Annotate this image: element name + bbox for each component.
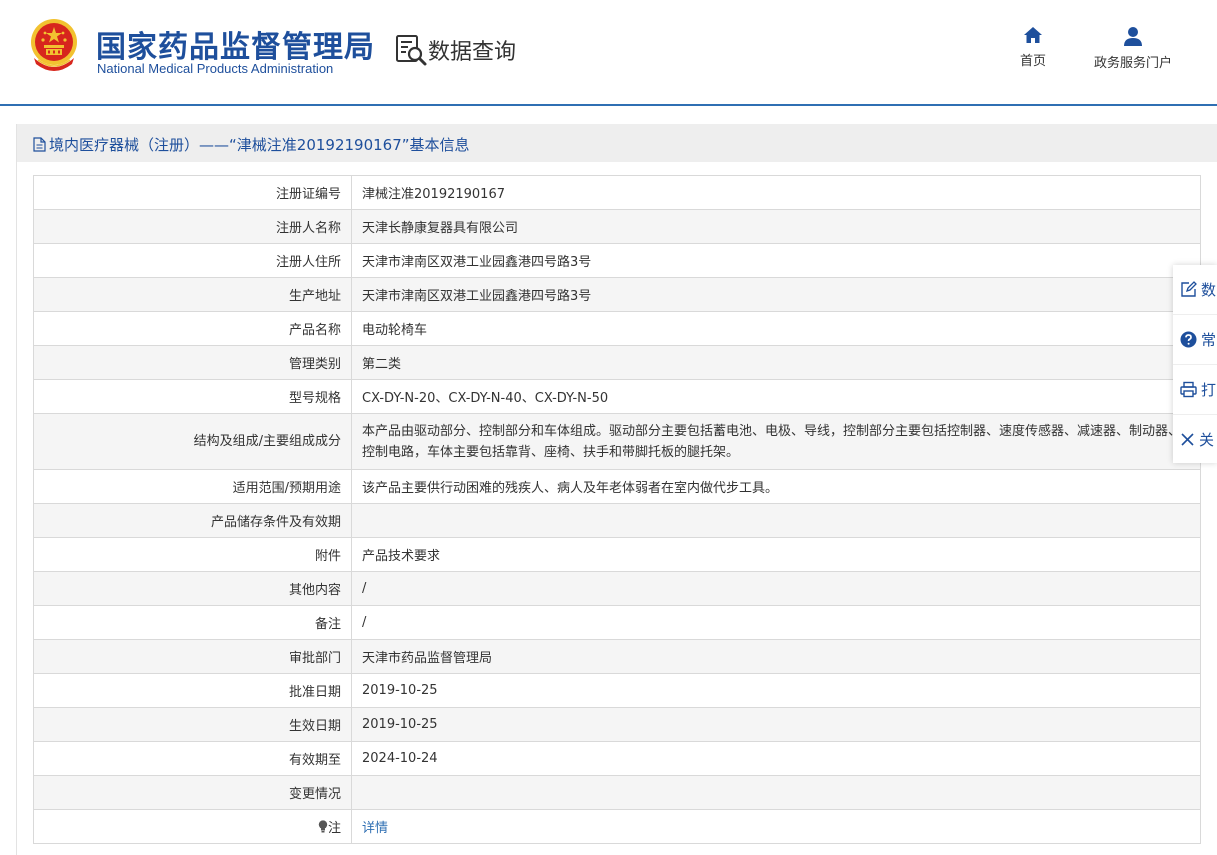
nav-portal-label: 政务服务门户 xyxy=(1093,56,1172,71)
row-label: 备注 xyxy=(33,605,352,640)
national-emblem-icon xyxy=(31,19,77,71)
panel-title: 境内医疗器械（注册）——“津械注准20192190167”基本信息 xyxy=(33,134,470,155)
table-row: 生效日期 2019-10-25 xyxy=(33,707,1201,742)
row-value: 该产品主要供行动困难的残疾人、病人及年老体弱者在室内做代步工具。 xyxy=(351,469,1201,504)
row-value: 天津市津南区双港工业园鑫港四号路3号 xyxy=(351,243,1201,278)
printer-icon xyxy=(1180,381,1197,398)
nav-home-link[interactable]: 首页 xyxy=(1015,26,1051,69)
side-button-faq[interactable]: 常 xyxy=(1173,315,1217,365)
row-label: 附件 xyxy=(33,537,352,572)
row-value: 天津长静康复器具有限公司 xyxy=(351,209,1201,244)
row-label: 适用范围/预期用途 xyxy=(33,469,352,504)
note-label-text: 注 xyxy=(327,820,341,836)
row-value: / xyxy=(351,571,1201,606)
row-value: 2024-10-24 xyxy=(351,741,1201,776)
table-row: 生产地址 天津市津南区双港工业园鑫港四号路3号 xyxy=(33,277,1201,312)
table-row: 其他内容 / xyxy=(33,571,1201,606)
table-row: 注册人住所 天津市津南区双港工业园鑫港四号路3号 xyxy=(33,243,1201,278)
details-link[interactable]: 详情 xyxy=(362,821,388,836)
row-value: 天津市药品监督管理局 xyxy=(351,639,1201,674)
side-button-label: 打 xyxy=(1201,381,1217,399)
row-value: 第二类 xyxy=(351,345,1201,380)
row-label-note: 注 xyxy=(33,809,352,844)
row-value xyxy=(351,503,1201,538)
table-row: 产品储存条件及有效期 xyxy=(33,503,1201,538)
table-row: 管理类别 第二类 xyxy=(33,345,1201,380)
row-value: 本产品由驱动部分、控制部分和车体组成。驱动部分主要包括蓄电池、电极、导线，控制部… xyxy=(351,413,1201,470)
table-row: 注册证编号 津械注准20192190167 xyxy=(33,175,1201,210)
info-table: 注册证编号 津械注准20192190167 注册人名称 天津长静康复器具有限公司… xyxy=(33,175,1201,844)
row-value: 津械注准20192190167 xyxy=(351,175,1201,210)
row-label: 审批部门 xyxy=(33,639,352,674)
side-button-label: 数 xyxy=(1201,281,1217,299)
row-value: / xyxy=(351,605,1201,640)
row-label: 其他内容 xyxy=(33,571,352,606)
row-value xyxy=(351,775,1201,810)
user-icon xyxy=(1124,27,1142,46)
row-value: CX-DY-N-20、CX-DY-N-40、CX-DY-N-50 xyxy=(351,379,1201,414)
panel-header: 境内医疗器械（注册）——“津械注准20192190167”基本信息 xyxy=(17,124,1217,162)
row-label: 批准日期 xyxy=(33,673,352,708)
row-label: 注册证编号 xyxy=(33,175,352,210)
row-label: 产品名称 xyxy=(33,311,352,346)
table-row: 变更情况 xyxy=(33,775,1201,810)
row-label: 生效日期 xyxy=(33,707,352,742)
table-row: 产品名称 电动轮椅车 xyxy=(33,311,1201,346)
table-row: 注册人名称 天津长静康复器具有限公司 xyxy=(33,209,1201,244)
row-value: 天津市津南区双港工业园鑫港四号路3号 xyxy=(351,277,1201,312)
row-value: 电动轮椅车 xyxy=(351,311,1201,346)
row-label: 结构及组成/主要组成成分 xyxy=(33,413,352,470)
row-label: 型号规格 xyxy=(33,379,352,414)
table-row: 适用范围/预期用途 该产品主要供行动困难的残疾人、病人及年老体弱者在室内做代步工… xyxy=(33,469,1201,504)
row-value-note: 详情 xyxy=(351,809,1201,844)
brand-title-cn: 国家药品监督管理局 xyxy=(96,30,375,65)
header-divider xyxy=(0,104,1217,106)
brand-title-en: National Medical Products Administration xyxy=(97,61,334,76)
close-icon xyxy=(1181,433,1194,446)
search-doc-icon xyxy=(396,35,427,66)
side-toolbar: 数 常 打 关 xyxy=(1173,265,1217,463)
edit-icon xyxy=(1181,281,1197,297)
table-row: 审批部门 天津市药品监督管理局 xyxy=(33,639,1201,674)
table-row: 批准日期 2019-10-25 xyxy=(33,673,1201,708)
side-button-label: 关 xyxy=(1199,431,1215,449)
table-row: 附件 产品技术要求 xyxy=(33,537,1201,572)
side-button-close[interactable]: 关 xyxy=(1173,415,1217,464)
panel-title-text: 境内医疗器械（注册）——“津械注准20192190167”基本信息 xyxy=(49,136,470,154)
row-value: 产品技术要求 xyxy=(351,537,1201,572)
row-label: 注册人名称 xyxy=(33,209,352,244)
side-button-data[interactable]: 数 xyxy=(1173,265,1217,315)
table-row: 型号规格 CX-DY-N-20、CX-DY-N-40、CX-DY-N-50 xyxy=(33,379,1201,414)
data-query-title: 数据查询 xyxy=(428,40,517,65)
row-label: 变更情况 xyxy=(33,775,352,810)
row-label: 有效期至 xyxy=(33,741,352,776)
help-circle-icon xyxy=(1180,331,1197,348)
row-label: 管理类别 xyxy=(33,345,352,380)
side-button-label: 常 xyxy=(1201,331,1217,349)
table-row: 备注 / xyxy=(33,605,1201,640)
site-header: 国家药品监督管理局 National Medical Products Admi… xyxy=(0,0,1217,104)
row-label: 生产地址 xyxy=(33,277,352,312)
document-icon xyxy=(33,137,46,152)
row-value: 2019-10-25 xyxy=(351,673,1201,708)
row-value: 2019-10-25 xyxy=(351,707,1201,742)
table-row: 注 详情 xyxy=(33,809,1201,844)
side-button-print[interactable]: 打 xyxy=(1173,365,1217,415)
row-label: 产品储存条件及有效期 xyxy=(33,503,352,538)
detail-panel: 境内医疗器械（注册）——“津械注准20192190167”基本信息 注册证编号 … xyxy=(16,124,1217,855)
nav-portal-link[interactable]: 政务服务门户 xyxy=(1085,26,1181,71)
table-row: 结构及组成/主要组成成分 本产品由驱动部分、控制部分和车体组成。驱动部分主要包括… xyxy=(33,413,1201,470)
home-icon xyxy=(1024,27,1042,43)
table-row: 有效期至 2024-10-24 xyxy=(33,741,1201,776)
row-label: 注册人住所 xyxy=(33,243,352,278)
lightbulb-icon xyxy=(318,819,328,832)
nav-home-label: 首页 xyxy=(1019,54,1046,69)
